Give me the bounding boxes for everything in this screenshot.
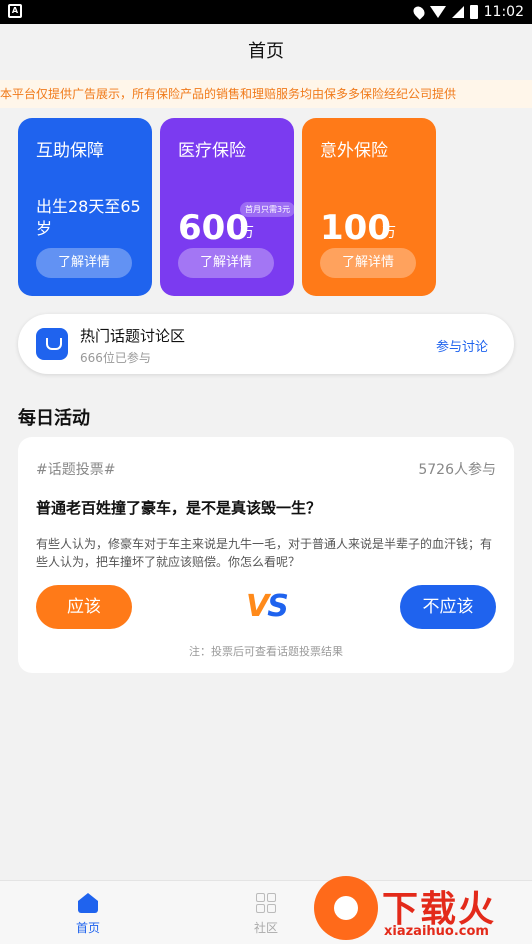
card-amount: 100 — [320, 208, 391, 248]
watermark: 下载火 xiazaihuo.com — [314, 876, 532, 944]
location-icon — [410, 4, 427, 20]
vs-icon: VS — [246, 589, 289, 624]
card-accident-insurance[interactable]: 意外保险 100 万 了解详情 — [302, 118, 436, 296]
learn-more-button[interactable]: 了解详情 — [36, 248, 132, 278]
vote-count: 5726人参与 — [418, 462, 496, 478]
notice-banner: 本平台仅提供广告展示，所有保险产品的销售和理赔服务均由保多多保险经纪公司提供 — [0, 80, 532, 108]
vote-question: 普通老百姓撞了豪车，是不是真该毁一生？ — [36, 499, 322, 517]
tab-label: 首页 — [75, 921, 100, 935]
hot-topic-panel[interactable]: 热门话题讨论区 666位已参与 参与讨论 — [18, 314, 514, 374]
status-icons: 11:02 — [410, 2, 524, 22]
notification-icon: A — [8, 4, 22, 18]
vote-no-button[interactable]: 不应该 — [400, 585, 496, 629]
card-title: 互助保障 — [36, 141, 104, 161]
wifi-icon — [429, 6, 446, 18]
topic-icon — [36, 328, 68, 360]
home-icon — [78, 893, 98, 913]
tab-home[interactable]: 首页 — [48, 881, 128, 944]
vote-card: #话题投票# 5726人参与 普通老百姓撞了豪车，是不是真该毁一生？ 有些人认为… — [18, 437, 514, 673]
vote-note: 注：投票后可查看话题投票结果 — [189, 645, 343, 658]
section-title-daily: 每日活动 — [18, 408, 90, 429]
card-desc: 出生28天至65岁 — [36, 197, 141, 238]
topic-title: 热门话题讨论区 — [80, 327, 186, 345]
card-amount: 600 — [178, 208, 249, 248]
battery-icon — [469, 5, 478, 19]
status-bar: A 11:02 — [0, 0, 532, 24]
vs-letter-s: S — [267, 589, 289, 624]
tab-label: 社区 — [253, 921, 278, 935]
app-header: 首页 — [0, 24, 532, 80]
learn-more-button[interactable]: 了解详情 — [320, 248, 416, 278]
topic-participants: 666位已参与 — [80, 351, 151, 365]
vote-tag: #话题投票# — [36, 462, 116, 478]
join-discussion-link[interactable]: 参与讨论 — [436, 336, 488, 355]
card-mutual-aid[interactable]: 互助保障 出生28天至65岁 了解详情 — [18, 118, 152, 296]
learn-more-button[interactable]: 了解详情 — [178, 248, 274, 278]
card-title: 意外保险 — [320, 141, 388, 161]
vote-description: 有些人认为，修豪车对于车主来说是九牛一毛，对于普通人来说是半辈子的血汗钱；有些人… — [36, 537, 493, 569]
signal-icon — [451, 6, 464, 18]
card-unit: 万 — [240, 225, 254, 241]
vs-letter-v: V — [246, 589, 269, 624]
card-medical-insurance[interactable]: 医疗保险 首月只需3元 600 万 了解详情 — [160, 118, 296, 296]
grid-icon — [256, 893, 276, 913]
notice-text: 本平台仅提供广告展示，所有保险产品的销售和理赔服务均由保多多保险经纪公司提供 — [0, 87, 457, 101]
status-time: 11:02 — [483, 4, 524, 20]
vote-yes-button[interactable]: 应该 — [36, 585, 132, 629]
watermark-url: xiazaihuo.com — [384, 924, 489, 939]
watermark-logo-icon — [314, 876, 378, 940]
tab-community[interactable]: 社区 — [226, 881, 306, 944]
page-title: 首页 — [248, 41, 284, 62]
card-title: 医疗保险 — [178, 141, 246, 161]
card-unit: 万 — [382, 225, 396, 241]
